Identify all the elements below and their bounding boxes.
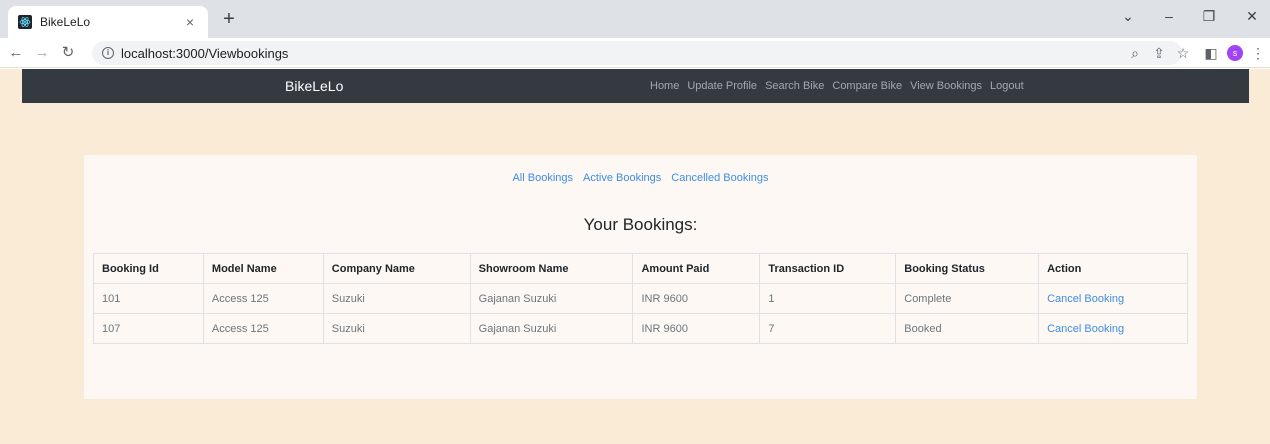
zoom-icon[interactable]: ⌕ [1126,44,1144,62]
browser-tab[interactable]: BikeLeLo × [8,6,208,38]
page-title: Your Bookings: [583,215,698,234]
browser-toolbar: ← → ↻ i localhost:3000/Viewbookings ⌕ ⇪ … [0,38,1270,68]
url-text[interactable]: localhost:3000/Viewbookings [121,46,288,61]
side-panel-icon[interactable]: ◧ [1202,44,1220,62]
column-header: Model Name [202,253,324,284]
nav-update-profile[interactable]: Update Profile [687,80,757,92]
react-favicon-icon [18,15,32,29]
filter-active-bookings[interactable]: Active Bookings [583,172,661,184]
nav-home[interactable]: Home [650,80,679,92]
column-header: Transaction ID [759,253,897,284]
browser-tab-strip: BikeLeLo × + ⌄ – ❐ ✕ [0,0,1270,38]
nav-links: Home Update Profile Search Bike Compare … [650,80,1024,92]
page-body: BikeLeLo Home Update Profile Search Bike… [0,69,1270,444]
table-row: 101 Access 125 Suzuki Gajanan Suzuki INR… [93,283,1188,314]
back-arrow-icon[interactable]: ← [6,43,26,63]
minimize-icon[interactable]: – [1159,8,1179,24]
company-name-cell: Suzuki [322,283,471,314]
forward-arrow-icon[interactable]: → [32,43,52,63]
booking-status-cell: Booked [895,313,1040,344]
amount-paid-cell: INR 9600 [632,313,761,344]
close-tab-icon[interactable]: × [182,14,198,30]
brand-logo[interactable]: BikeLeLo [285,78,343,94]
booking-filters: All Bookings Active Bookings Cancelled B… [84,172,1197,184]
booking-id-cell: 101 [93,283,204,314]
nav-compare-bike[interactable]: Compare Bike [832,80,902,92]
filter-cancelled-bookings[interactable]: Cancelled Bookings [671,172,768,184]
transaction-id-cell: 7 [759,313,897,344]
info-icon[interactable]: i [102,47,114,59]
column-header: Amount Paid [632,253,761,284]
column-header: Booking Id [93,253,204,284]
chevron-down-icon[interactable]: ⌄ [1118,8,1138,25]
bookmark-star-icon[interactable]: ☆ [1174,44,1192,62]
nav-logout[interactable]: Logout [990,80,1024,92]
nav-view-bookings[interactable]: View Bookings [910,80,982,92]
showroom-name-cell: Gajanan Suzuki [469,313,634,344]
showroom-name-cell: Gajanan Suzuki [469,283,634,314]
booking-id-cell: 107 [93,313,204,344]
column-header: Showroom Name [469,253,634,284]
filter-all-bookings[interactable]: All Bookings [512,172,573,184]
column-header: Company Name [322,253,471,284]
profile-avatar[interactable]: s [1227,45,1243,61]
model-name-cell: Access 125 [202,283,324,314]
cancel-booking-link[interactable]: Cancel Booking [1038,283,1188,314]
booking-status-cell: Complete [895,283,1040,314]
table-header-row: Booking Id Model Name Company Name Showr… [93,253,1188,284]
address-bar[interactable]: i localhost:3000/Viewbookings [92,41,1182,65]
company-name-cell: Suzuki [322,313,471,344]
transaction-id-cell: 1 [759,283,897,314]
tab-title: BikeLeLo [40,15,91,29]
bookings-card: All Bookings Active Bookings Cancelled B… [84,155,1197,399]
menu-kebab-icon[interactable]: ⋮ [1249,44,1267,62]
table-row: 107 Access 125 Suzuki Gajanan Suzuki INR… [93,313,1188,344]
nav-search-bike[interactable]: Search Bike [765,80,824,92]
share-icon[interactable]: ⇪ [1150,44,1168,62]
new-tab-button[interactable]: + [218,9,240,31]
column-header: Booking Status [895,253,1040,284]
close-window-icon[interactable]: ✕ [1242,8,1262,25]
amount-paid-cell: INR 9600 [632,283,761,314]
bookings-table: Booking Id Model Name Company Name Showr… [93,253,1188,344]
cancel-booking-link[interactable]: Cancel Booking [1038,313,1188,344]
column-header: Action [1038,253,1188,284]
model-name-cell: Access 125 [202,313,324,344]
reload-icon[interactable]: ↻ [58,43,78,63]
restore-icon[interactable]: ❐ [1199,8,1219,25]
site-navbar: BikeLeLo Home Update Profile Search Bike… [22,69,1249,103]
